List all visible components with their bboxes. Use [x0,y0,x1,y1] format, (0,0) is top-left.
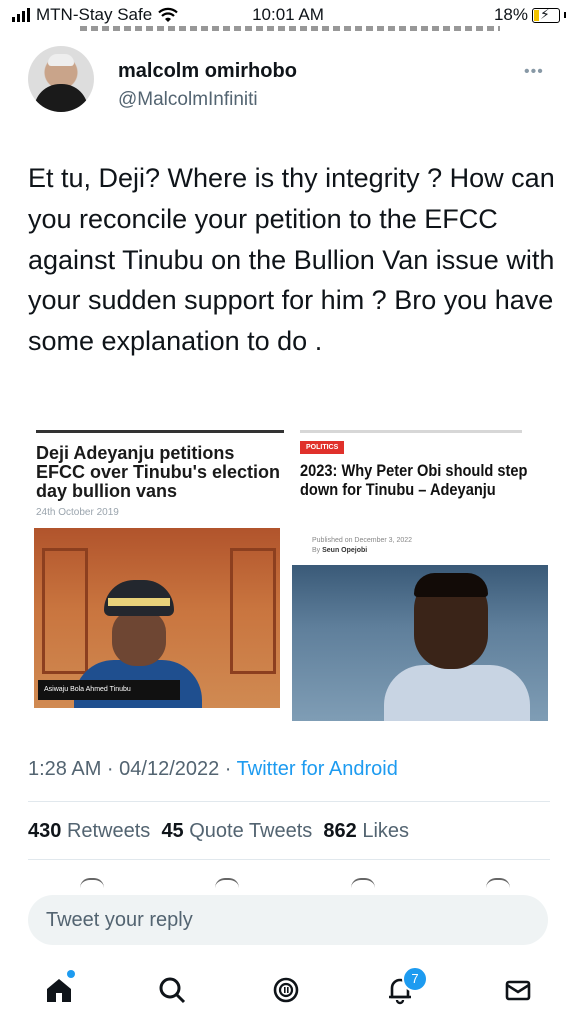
quote-tweets-stat[interactable]: 45 Quote Tweets [161,820,312,842]
media-image-1[interactable]: Deji Adeyanju petitions EFCC over Tinubu… [28,428,286,724]
bottom-nav: 7 [0,960,576,1024]
divider [28,801,550,802]
action-bar-partial [80,878,510,886]
article-photo: Asiwaju Bola Ahmed Tinubu [34,528,280,708]
article-headline: Deji Adeyanju petitions EFCC over Tinubu… [36,443,280,501]
battery: 18% ⚡ [494,5,566,25]
timestamp-text: 1:28 AM · 04/12/2022 · [28,758,237,780]
divider [36,430,284,433]
author-name[interactable]: malcolm omirhobo [118,60,297,83]
reply-input[interactable]: Tweet your reply [28,895,548,945]
spaces-icon[interactable] [268,972,304,1008]
tweet-text: Et tu, Deji? Where is thy integrity ? Ho… [28,163,555,357]
article-author: Seun Opejobi [322,547,368,554]
search-icon[interactable] [154,972,190,1008]
divider [300,430,522,433]
category-tag: POLITICS [300,441,345,454]
home-icon[interactable] [41,970,77,1008]
divider [28,859,550,860]
photo-caption: Asiwaju Bola Ahmed Tinubu [38,680,180,700]
article-photo [292,565,548,721]
battery-icon: ⚡ [532,6,560,23]
notifications-icon[interactable]: 7 [382,966,428,1008]
article-date: 24th October 2019 [36,507,119,518]
article-headline: 2023: Why Peter Obi should step down for… [300,461,528,499]
source-app-link[interactable]: Twitter for Android [237,758,398,780]
retweets-stat[interactable]: 430 Retweets [28,820,150,842]
notification-badge: 7 [402,966,428,992]
author-handle[interactable]: @MalcolmInfiniti [118,89,258,111]
media-image-2[interactable]: POLITICS 2023: Why Peter Obi should step… [292,428,550,724]
new-content-dot [67,970,75,978]
scrolled-content-remnant [80,26,500,32]
more-options-icon[interactable]: ••• [524,63,544,81]
messages-icon[interactable] [500,972,536,1008]
tweet-timestamp: 1:28 AM · 04/12/2022 · Twitter for Andro… [28,758,398,781]
author-prefix: By [312,547,323,554]
article-meta: Published on December 3, 2022 By Seun Op… [312,536,412,556]
publish-date: Published on December 3, 2022 [312,537,413,544]
engagement-stats: 430 Retweets 45 Quote Tweets 862 Likes [28,820,409,843]
likes-stat[interactable]: 862 Likes [323,820,409,842]
avatar[interactable] [28,46,94,112]
battery-percent: 18% [493,5,528,24]
clock: 10:01 AM [252,5,324,24]
